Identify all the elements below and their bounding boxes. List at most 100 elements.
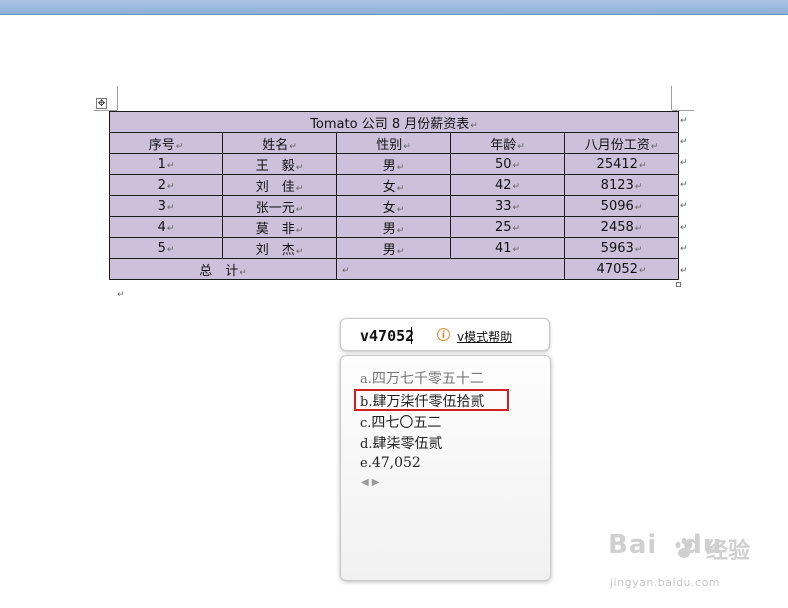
table-cell[interactable]: 3↵ [109,195,223,217]
total-empty-cell[interactable]: ↵ [336,258,565,280]
ime-input-code: v47052 [360,327,415,345]
header-cell[interactable]: 序号↵ [109,132,223,154]
paragraph-mark: ↵ [295,162,304,173]
paragraph-mark: ↵ [117,290,125,300]
pager-next-icon[interactable]: ▶ [372,477,380,488]
candidate-prefix: c. [360,416,372,431]
v-mode-help-link[interactable]: v模式帮助 [457,328,512,345]
row-end-mark: ↵ [680,244,688,254]
table-cell[interactable]: 2458↵ [564,216,679,238]
table-cell[interactable]: 5↵ [109,237,223,259]
paragraph-mark: ↵ [396,162,405,173]
paragraph-mark: ↵ [470,120,478,131]
candidate-e[interactable]: e.47,052 [360,455,421,471]
cell-text: 女 [382,179,396,195]
baidu-paw-icon [675,537,693,558]
table-row: 4↵ 莫 非↵ 男↵ 25↵ 2458↵ [109,216,679,238]
cell-text: 41 [494,240,512,256]
table-resize-handle[interactable] [676,282,681,287]
cell-text: 5963 [600,240,634,256]
table-cell[interactable]: 4↵ [109,216,223,238]
cell-text: 男 [382,158,396,174]
cell-text: 男 [382,221,396,237]
paragraph-mark: ↵ [517,141,525,152]
candidate-d[interactable]: d.肆柒零伍贰 [360,433,442,453]
candidate-b[interactable]: b.肆万柒仟零伍拾贰 [360,391,484,411]
cell-text: 1 [157,156,166,172]
window-title-bar [0,0,788,15]
table-cell[interactable]: 5963↵ [564,237,679,259]
table-move-handle-icon[interactable]: ✥ [96,98,107,109]
paragraph-mark: ↵ [512,181,521,192]
header-cell[interactable]: 年龄↵ [450,132,565,154]
cell-text: 4 [157,219,166,235]
table-cell[interactable]: 2↵ [109,174,223,196]
candidate-text: 四万七千零五十二 [371,371,484,387]
total-value-cell[interactable]: 47052↵ [564,258,679,280]
paragraph-mark: ↵ [396,246,405,257]
watermark-product: 经验 [706,539,751,564]
crop-mark-top-right-v [671,86,672,110]
table-cell[interactable]: 5096↵ [564,195,679,217]
candidate-a[interactable]: a.四万七千零五十二 [360,368,484,388]
paragraph-mark: ↵ [512,223,521,234]
row-end-mark: ↵ [680,137,688,147]
cell-text: 张一元 [255,200,295,216]
paragraph-mark: ↵ [175,141,184,152]
table-cell[interactable]: 8123↵ [564,174,679,196]
table-row: 5↵ 刘 杰↵ 男↵ 41↵ 5963↵ [109,237,679,259]
table-cell[interactable]: 25412↵ [564,153,679,175]
row-end-mark: ↵ [680,116,688,126]
table-cell[interactable]: 33↵ [450,195,565,217]
header-cell[interactable]: 性别↵ [336,132,451,154]
table-cell[interactable]: 25↵ [450,216,565,238]
salary-table: Tomato 公司 8 月份薪资表↵ 序号↵ 姓名↵ 性别↵ 年龄↵ 八月份工资… [109,111,679,280]
ime-composition-box[interactable]: v47052 i v模式帮助 [340,318,550,351]
cell-text: 王 毅 [255,158,295,174]
cell-text: 2 [157,177,166,193]
table-cell[interactable]: 50↵ [450,153,565,175]
table-cell[interactable]: 莫 非↵ [222,216,337,238]
pager-prev-icon[interactable]: ◀ [361,477,369,488]
row-end-mark: ↵ [680,266,688,276]
paragraph-mark: ↵ [295,225,304,236]
paragraph-mark: ↵ [166,160,175,171]
table-cell[interactable]: 张一元↵ [222,195,337,217]
watermark-url: jingyan.baidu.com [610,576,721,589]
paragraph-mark: ↵ [289,141,297,152]
table-cell[interactable]: 男↵ [336,216,451,238]
table-cell[interactable]: 刘 杰↵ [222,237,337,259]
table-total-row: 总 计↵ ↵ 47052↵ [109,258,679,280]
cell-text: 50 [494,156,512,172]
cell-text: 刘 杰 [255,242,295,258]
cell-text: 8123 [600,177,634,193]
paragraph-mark: ↵ [342,265,350,276]
header-cell[interactable]: 姓名↵ [222,132,337,154]
table-cell[interactable]: 女↵ [336,195,451,217]
table-cell[interactable]: 女↵ [336,174,451,196]
cell-text: 女 [382,200,396,216]
header-label: 序号 [148,137,175,153]
total-label-cell[interactable]: 总 计↵ [109,258,337,280]
paragraph-mark: ↵ [295,204,304,215]
paragraph-mark: ↵ [512,160,521,171]
table-title-cell[interactable]: Tomato 公司 8 月份薪资表↵ [109,111,679,133]
table-cell[interactable]: 王 毅↵ [222,153,337,175]
paragraph-mark: ↵ [166,223,175,234]
header-cell[interactable]: 八月份工资↵ [564,132,679,154]
table-cell[interactable]: 刘 佳↵ [222,174,337,196]
table-cell[interactable]: 1↵ [109,153,223,175]
table-cell[interactable]: 男↵ [336,237,451,259]
table-title: Tomato 公司 8 月份薪资表 [310,116,470,132]
paragraph-mark: ↵ [634,181,643,192]
paragraph-mark: ↵ [650,141,659,152]
row-end-mark: ↵ [680,180,688,190]
table-cell[interactable]: 42↵ [450,174,565,196]
candidate-prefix: a. [360,372,372,387]
table-cell[interactable]: 男↵ [336,153,451,175]
paragraph-mark: ↵ [166,244,175,255]
cell-text: 5 [157,240,166,256]
candidate-c[interactable]: c.四七〇五二 [360,412,441,432]
paragraph-mark: ↵ [396,183,405,194]
table-cell[interactable]: 41↵ [450,237,565,259]
